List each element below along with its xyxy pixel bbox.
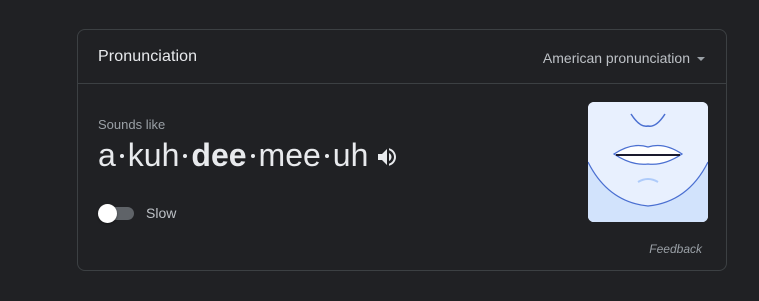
volume-up-icon[interactable] bbox=[375, 145, 399, 169]
phonetic-spelling: a kuh dee mee uh bbox=[98, 134, 399, 176]
card-title: Pronunciation bbox=[98, 48, 198, 65]
mouth-diagram-icon bbox=[588, 102, 708, 222]
toggle-thumb bbox=[98, 204, 117, 223]
sounds-like-label: Sounds like bbox=[98, 117, 166, 132]
slow-toggle[interactable] bbox=[98, 203, 134, 223]
accent-dropdown-label: American pronunciation bbox=[542, 50, 690, 66]
slow-label: Slow bbox=[146, 205, 177, 221]
pronunciation-card: Pronunciation American pronunciation Sou… bbox=[77, 29, 727, 271]
syllable: uh bbox=[332, 136, 369, 173]
accent-dropdown[interactable]: American pronunciation bbox=[543, 50, 705, 66]
syllable-separator bbox=[183, 154, 188, 158]
feedback-link[interactable]: Feedback bbox=[649, 242, 702, 256]
syllable: a bbox=[98, 136, 116, 173]
syllable: mee bbox=[258, 136, 321, 173]
arrow-drop-down-icon bbox=[697, 56, 705, 61]
stressed-syllable: dee bbox=[191, 136, 247, 173]
syllable-separator bbox=[250, 154, 255, 158]
syllable: kuh bbox=[127, 136, 180, 173]
syllable-separator bbox=[324, 154, 329, 158]
card-header: Pronunciation American pronunciation bbox=[78, 30, 726, 84]
syllable-separator bbox=[119, 154, 124, 158]
